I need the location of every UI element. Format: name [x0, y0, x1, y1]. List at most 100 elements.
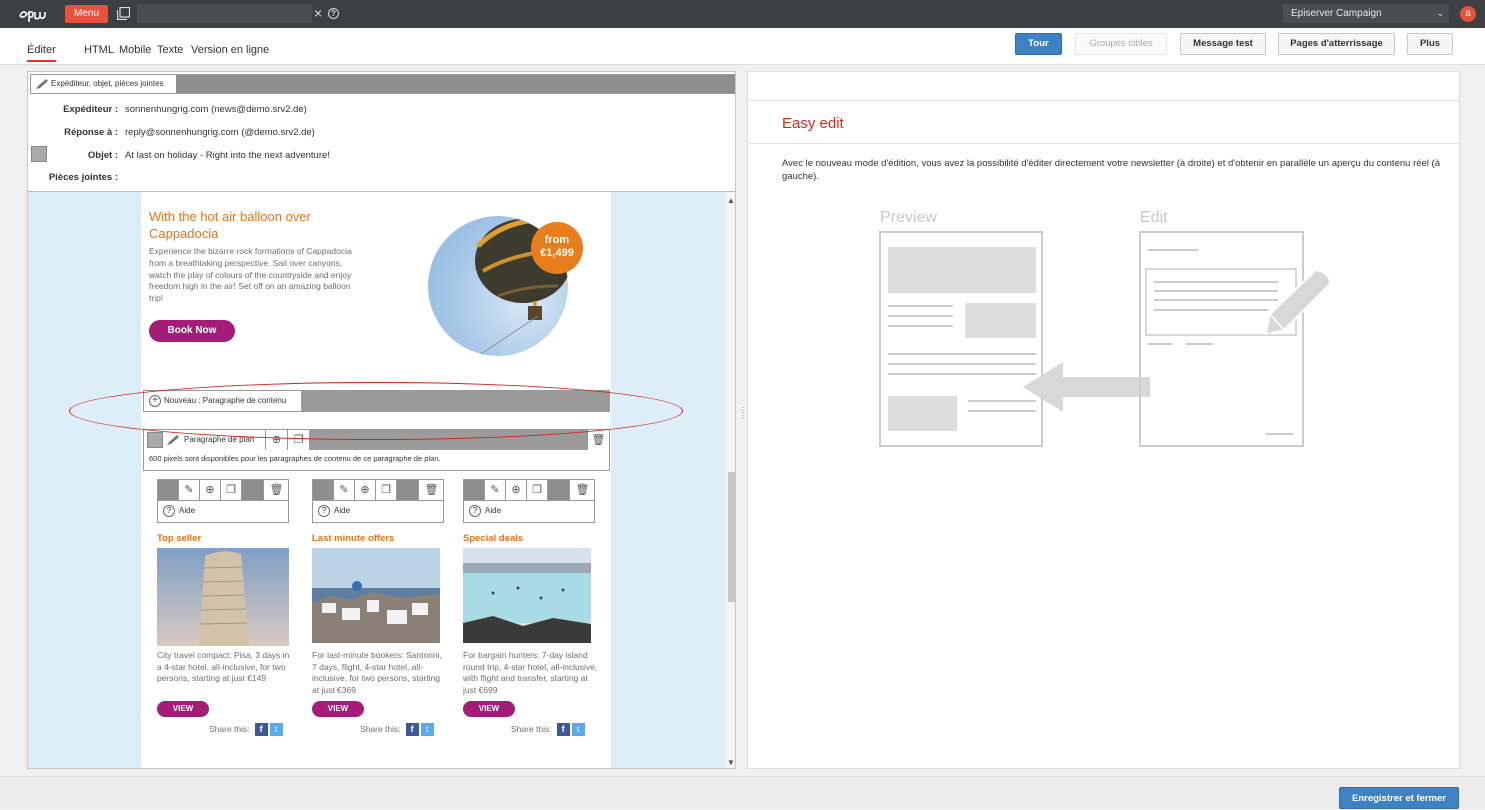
preview-pane: Expéditeur, objet, pièces jointes Expédi… [27, 71, 736, 769]
trash-icon[interactable]: 🗑 [572, 480, 593, 500]
reply-to-value: reply@sonnenhungrig.com (@demo.srv2.de) [125, 127, 315, 138]
blue-lagoon-image [463, 548, 591, 643]
trash-icon[interactable]: 🗑 [266, 480, 287, 500]
column-tool-spacer [397, 480, 419, 500]
help-row[interactable]: ? Aide [163, 505, 195, 517]
tab-online-version[interactable]: Version en ligne [191, 44, 269, 56]
easy-edit-title: Easy edit [782, 115, 844, 132]
twitter-icon[interactable]: t [269, 723, 283, 736]
pencil-icon[interactable] [35, 78, 49, 90]
share-label: Share this: [360, 723, 401, 734]
avatar[interactable]: a [1460, 6, 1476, 22]
tab-mobile[interactable]: Mobile [119, 44, 151, 56]
crosshair-icon[interactable]: ⊕ [355, 480, 376, 500]
close-icon[interactable]: × [314, 6, 325, 20]
sender-value: sonnenhungrig.com (news@demo.srv2.de) [125, 104, 307, 115]
help-row[interactable]: ? Aide [318, 505, 350, 517]
help-label: Aide [334, 506, 351, 515]
crosshair-icon[interactable]: ⊕ [200, 480, 221, 500]
app-select[interactable]: Episerver Campaign ⌄ [1283, 4, 1449, 23]
tour-button[interactable]: Tour [1015, 33, 1062, 55]
plan-paragraph-info: 600 pixels sont disponibles pour les par… [149, 454, 441, 463]
column-3-tools: ✎ ⊕ ❐ 🗑 ? Aide [463, 479, 595, 523]
trash-icon[interactable]: 🗑 [587, 430, 609, 450]
facebook-icon[interactable]: f [556, 723, 570, 736]
scroll-thumb[interactable] [728, 472, 735, 602]
save-and-close-button[interactable]: Enregistrer et fermer [1339, 787, 1459, 809]
target-groups-button[interactable]: Groupes cibles [1075, 33, 1167, 55]
pencil-icon[interactable]: ✎ [179, 480, 200, 500]
attachments-label: Pièces jointes : [48, 172, 118, 183]
column-tool-spacer [548, 480, 570, 500]
user-placeholder-icon [464, 480, 485, 500]
column-1-view-button[interactable]: VIEW [157, 701, 209, 717]
tab-html[interactable]: HTML [84, 44, 114, 56]
edit-label: Edit [1140, 209, 1168, 226]
column-2-tools: ✎ ⊕ ❐ 🗑 ? Aide [312, 479, 444, 523]
chevron-down-icon: ⌄ [1436, 8, 1444, 18]
preview-label: Preview [880, 209, 937, 226]
subject-row: Objet : At last on holiday - Right into … [28, 150, 735, 168]
column-3-share: Share this: f t [511, 723, 585, 736]
column-2-view-button[interactable]: VIEW [312, 701, 364, 717]
pages-icon[interactable] [117, 7, 130, 20]
tab-edit[interactable]: Éditer [27, 44, 56, 62]
email-header-section: Expéditeur, objet, pièces jointes Expédi… [28, 72, 735, 192]
help-icon[interactable]: ? [328, 8, 339, 19]
info-pane: Easy edit Avec le nouveau mode d'édition… [747, 71, 1460, 769]
scroll-up-icon[interactable]: ▲ [726, 196, 735, 205]
more-button[interactable]: Plus [1407, 33, 1453, 55]
twitter-icon[interactable]: t [420, 723, 434, 736]
user-placeholder-icon [147, 432, 163, 448]
pane-splitter-handle[interactable]: ⋮ ⋮ [739, 407, 747, 430]
column-tool-spacer [242, 480, 264, 500]
copy-icon[interactable]: ❐ [221, 480, 242, 500]
copy-icon[interactable]: ❐ [376, 480, 397, 500]
tab-text[interactable]: Texte [157, 44, 183, 56]
article-text: Experience the bizarre rock formations o… [149, 246, 352, 304]
column-3-view-button[interactable]: VIEW [463, 701, 515, 717]
share-label: Share this: [209, 723, 250, 734]
copy-icon[interactable]: ❐ [527, 480, 548, 500]
article-title: With the hot air balloon over Cappadocia [149, 209, 311, 241]
pisa-tower-image [157, 548, 289, 646]
divider [748, 143, 1459, 144]
trash-icon[interactable]: 🗑 [421, 480, 442, 500]
column-2-share: Share this: f t [360, 723, 434, 736]
column-3-title: Special deals [463, 533, 524, 544]
twitter-icon[interactable]: t [571, 723, 585, 736]
landing-pages-button[interactable]: Pages d'atterrissage [1278, 33, 1395, 55]
pencil-icon[interactable]: ✎ [485, 480, 506, 500]
divider [748, 100, 1459, 101]
help-row[interactable]: ? Aide [469, 505, 501, 517]
facebook-icon[interactable]: f [254, 723, 268, 736]
column-1-title: Top seller [157, 533, 202, 544]
easy-edit-description: Avec le nouveau mode d'édition, vous ave… [782, 158, 1440, 182]
search-input[interactable] [137, 4, 312, 23]
reply-to-label: Réponse à : [64, 127, 118, 138]
column-3-text: For bargain hunters: 7-day island round … [463, 650, 598, 695]
price-value: €1,499 [540, 247, 574, 259]
crosshair-icon[interactable]: ⊕ [506, 480, 527, 500]
pencil-icon[interactable] [166, 434, 180, 446]
scroll-down-icon[interactable]: ▼ [726, 758, 735, 767]
help-icon[interactable]: ? [163, 505, 175, 517]
help-icon[interactable]: ? [469, 505, 481, 517]
header-edit-label: Expéditeur, objet, pièces jointes [31, 75, 176, 93]
column-1-text: City travel compact: Pisa, 3 days in a 4… [157, 650, 290, 683]
facebook-icon[interactable]: f [405, 723, 419, 736]
book-now-button[interactable]: Book Now [149, 320, 235, 342]
editor-toolbar: Éditer HTML Mobile Texte Version en lign… [0, 28, 1485, 65]
menu-button[interactable]: Menu [65, 5, 108, 23]
price-from: from [544, 234, 570, 246]
test-message-button[interactable]: Message test [1180, 33, 1266, 55]
help-icon[interactable]: ? [318, 505, 330, 517]
pencil-icon[interactable]: ✎ [334, 480, 355, 500]
top-bar: Menu × ? Episerver Campaign ⌄ a [0, 0, 1485, 28]
preview-edit-illustration: Preview Edit [879, 209, 1332, 447]
header-edit-bar[interactable]: Expéditeur, objet, pièces jointes [30, 74, 735, 94]
attachments-row: Pièces jointes : [28, 172, 735, 190]
help-label: Aide [179, 506, 196, 515]
help-label: Aide [485, 506, 502, 515]
episerver-logo[interactable] [18, 4, 54, 24]
